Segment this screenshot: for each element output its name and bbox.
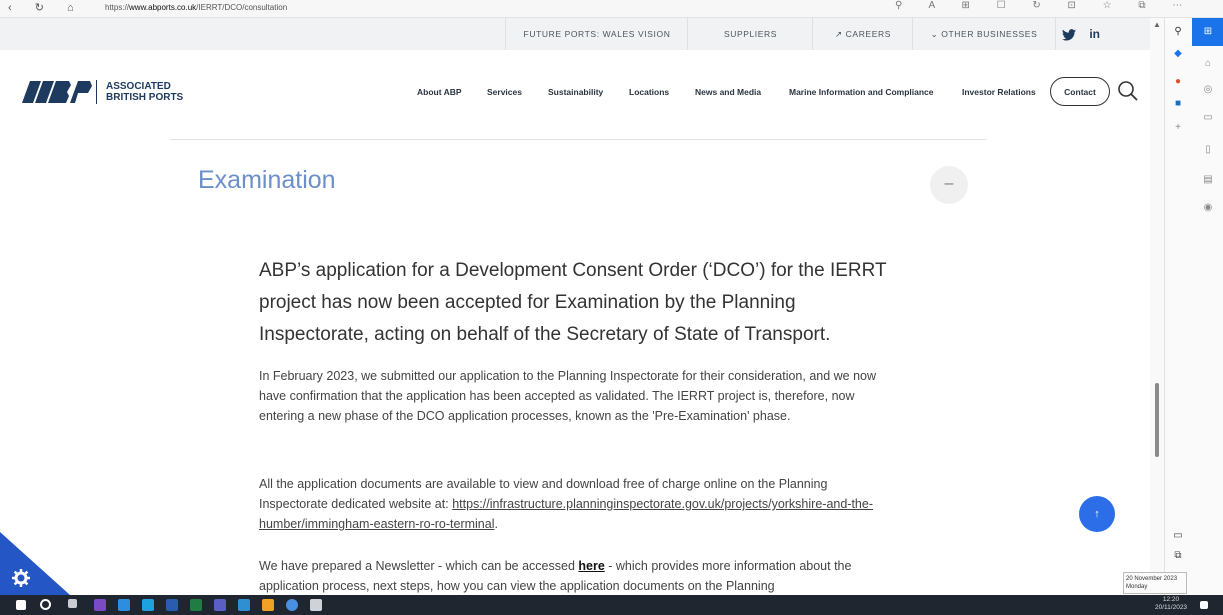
app-icon-grey[interactable] — [310, 599, 322, 611]
scroll-thumb[interactable] — [1155, 383, 1159, 457]
apps-grid-icon[interactable]: ⊞ — [1192, 18, 1223, 46]
paragraph-submission: In February 2023, we submitted our appli… — [259, 369, 877, 423]
sidebar-external-icon[interactable]: ⧉ — [1171, 550, 1185, 561]
sidebar-add-icon[interactable]: + — [1171, 122, 1185, 133]
scroll-up-icon[interactable]: ▲ — [1153, 20, 1161, 29]
sidebar-outlook-icon[interactable]: ■ — [1171, 98, 1185, 109]
nav-investor-relations[interactable]: Investor Relations — [962, 87, 1036, 97]
util-link-wales-vision[interactable]: FUTURE PORTS: WALES VISION — [505, 18, 688, 50]
nav-about-abp[interactable]: About ABP — [417, 87, 462, 97]
outlook-icon[interactable] — [118, 599, 130, 611]
section-divider — [170, 139, 987, 140]
sidebar-panel-icon[interactable]: ▭ — [1171, 530, 1185, 541]
paragraph-newsletter: We have prepared a Newsletter - which ca… — [259, 559, 852, 593]
windows-start-icon[interactable] — [16, 600, 26, 610]
sidebar-calendar-icon[interactable]: ▤ — [1201, 174, 1215, 185]
util-link-suppliers[interactable]: SUPPLIERS — [687, 18, 813, 50]
browser-sidebar: ⊞ ⚲ ◆ ● ■ + ⌂ ◎ ▭ ▯ ▤ ◉ ▭ ⧉ — [1164, 18, 1223, 595]
page-scrollbar[interactable]: ▲ — [1150, 18, 1164, 595]
site-header: ASSOCIATED BRITISH PORTS About ABP Servi… — [0, 50, 1150, 135]
paragraph-documents: All the application documents are availa… — [259, 477, 874, 531]
teams-icon[interactable] — [214, 599, 226, 611]
windows-taskbar: 12:20 20/11/2023 — [0, 595, 1223, 615]
search-icon[interactable] — [1117, 80, 1139, 102]
nav-sustainability[interactable]: Sustainability — [548, 87, 603, 97]
util-link-other-businesses[interactable]: ⌄ OTHER BUSINESSES — [912, 18, 1056, 50]
newsletter-here-link[interactable]: here — [578, 559, 604, 573]
browser-tool-icons[interactable]: ⚲ A ⊞ ☐ ↻ ⊡ ☆ ⧉ ⋯ — [895, 0, 1194, 11]
sharepoint-icon[interactable] — [238, 599, 250, 611]
app-icon-orange[interactable] — [262, 599, 274, 611]
social-links: in — [1062, 18, 1100, 50]
edge-browser-icon[interactable] — [142, 599, 154, 611]
nav-news-and-media[interactable]: News and Media — [695, 87, 761, 97]
brand-line-2: BRITISH PORTS — [106, 92, 184, 103]
notifications-icon[interactable] — [1200, 601, 1208, 609]
sidebar-globe-icon[interactable]: ◎ — [1201, 84, 1215, 95]
browser-nav-icons[interactable]: ‹ ↻ ⌂ — [8, 1, 84, 14]
brand-line-1: ASSOCIATED — [106, 81, 171, 92]
twitter-icon[interactable] — [1062, 28, 1076, 41]
sidebar-settings-icon[interactable]: ◉ — [1201, 202, 1215, 213]
tooltip-date: 20 November 2023 — [1126, 576, 1178, 582]
arrow-up-icon: ↑ — [1094, 508, 1100, 520]
abp-logo-icon[interactable] — [22, 81, 92, 103]
linkedin-icon[interactable]: in — [1089, 27, 1100, 41]
date-tooltip: 20 November 2023 Monday — [1123, 572, 1187, 594]
word-icon[interactable] — [166, 599, 178, 611]
browser-toolbar: ‹ ↻ ⌂ https://www.abports.co.uk/IERRT/DC… — [0, 0, 1223, 18]
app-icon-blue[interactable] — [286, 599, 298, 611]
section-title: Examination — [198, 166, 336, 194]
clock-time: 12:20 — [1162, 596, 1180, 603]
collapse-toggle-button[interactable]: – — [930, 166, 968, 204]
system-clock[interactable]: 12:20 20/11/2023 — [1155, 596, 1187, 612]
cookie-settings-button[interactable] — [0, 532, 70, 602]
address-bar[interactable]: https://www.abports.co.uk/IERRT/DCO/cons… — [105, 3, 287, 12]
task-view-icon[interactable] — [68, 599, 77, 608]
clock-date: 20/11/2023 — [1155, 604, 1188, 611]
taskbar-search-icon[interactable] — [40, 599, 51, 610]
tooltip-day: Monday — [1126, 584, 1148, 590]
sidebar-mail-icon[interactable]: ▭ — [1201, 112, 1215, 123]
scroll-to-top-button[interactable]: ↑ — [1079, 496, 1115, 532]
utility-bar: FUTURE PORTS: WALES VISION SUPPLIERS ↗ C… — [0, 18, 1150, 50]
sidebar-search-icon[interactable]: ⚲ — [1171, 26, 1185, 37]
excel-icon[interactable] — [190, 599, 202, 611]
nav-marine-information[interactable]: Marine Information and Compliance — [789, 87, 934, 97]
nav-locations[interactable]: Locations — [629, 87, 669, 97]
minus-icon: – — [944, 175, 954, 192]
nav-services[interactable]: Services — [487, 87, 522, 97]
brand-name[interactable]: ASSOCIATED BRITISH PORTS — [106, 81, 183, 103]
util-link-careers[interactable]: ↗ CAREERS — [812, 18, 913, 50]
lead-paragraph: ABP’s application for a Development Cons… — [259, 260, 887, 345]
onenote-icon[interactable] — [94, 599, 106, 611]
sidebar-doc-icon[interactable]: ▯ — [1201, 144, 1215, 155]
logo-divider — [96, 80, 97, 104]
contact-button[interactable]: Contact — [1050, 77, 1110, 106]
sidebar-tag-icon[interactable]: ◆ — [1171, 48, 1185, 59]
sidebar-office-icon[interactable]: ● — [1171, 76, 1185, 87]
sidebar-home-icon[interactable]: ⌂ — [1201, 58, 1215, 69]
